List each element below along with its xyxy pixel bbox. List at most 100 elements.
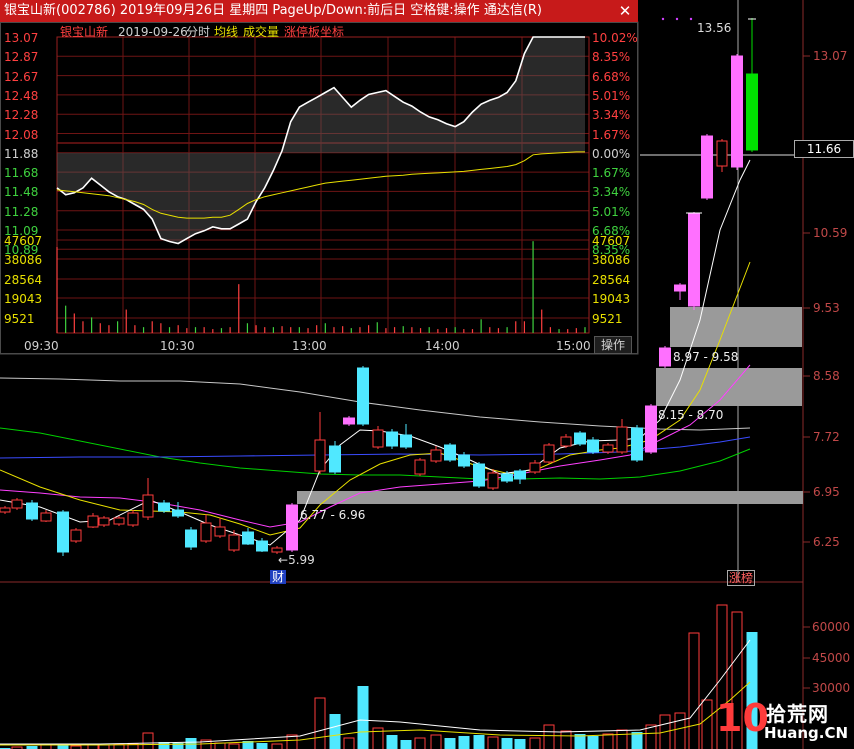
volume-bar-up (271, 743, 283, 749)
candle-body-limitup (688, 213, 700, 307)
operate-button[interactable]: 操作 (594, 336, 632, 354)
popup-volume-tick-right: 9521 (592, 312, 623, 326)
candle-body-limitup (659, 347, 671, 367)
candle-body-up (314, 439, 326, 472)
popup-volume-tick-right: 38086 (592, 253, 631, 267)
volume-bar-down (400, 740, 412, 749)
gap-box-1 (297, 491, 803, 504)
popup-price-tick: 12.67 (4, 69, 39, 84)
dot-marker (689, 17, 693, 21)
popup-stock-name: 银宝山新 (60, 25, 109, 39)
intraday-popup (0, 22, 638, 354)
candle-body-up (602, 444, 614, 453)
candle-body-up (414, 459, 426, 475)
candle-body-up (200, 522, 212, 542)
candle-body-limitup (286, 504, 298, 551)
popup-volume-tick: 38086 (4, 253, 43, 267)
close-icon[interactable]: ✕ (616, 0, 634, 22)
volume-tick: 45000 (812, 651, 851, 665)
volume-bar-up (142, 732, 154, 749)
popup-price-tick: 13.07 (4, 31, 39, 45)
main-price-tick: 9.53 (813, 301, 840, 315)
candle-body-up (113, 517, 125, 525)
popup-price-tick: 12.28 (4, 108, 39, 123)
gap-box-3 (670, 307, 802, 347)
gap-box-2 (656, 368, 802, 406)
popup-volume-tick: 28564 (4, 273, 43, 287)
candle-body-down (158, 502, 170, 512)
volume-bar-up (228, 743, 240, 749)
popup-price-tick: 12.48 (4, 88, 39, 103)
candle-body-up (560, 436, 572, 447)
popup-volume-tick-right: 28564 (592, 273, 631, 287)
candle-body-down (172, 509, 184, 517)
candle-body-limitdown (746, 73, 758, 151)
candle-body-down (631, 427, 643, 461)
volume-bar-up (688, 632, 700, 749)
volume-bar-down (256, 743, 268, 749)
volume-tick: 30000 (812, 681, 851, 695)
popup-percent-tick: 3.34% (592, 108, 631, 123)
candle-body-down (242, 531, 254, 545)
candle-body-up (372, 429, 384, 448)
watermark-en: Huang.CN (764, 724, 849, 742)
popup-percent-tick: 8.35% (592, 50, 631, 65)
candle-body-up (487, 472, 499, 489)
candle-body-up (228, 534, 240, 551)
gap-label-3: 8.97 - 9.58 (673, 350, 739, 364)
candle-body-down (400, 434, 412, 448)
volume-bar-down (458, 736, 470, 749)
volume-bar-up (487, 736, 499, 749)
popup-price-tick: 11.88 (4, 146, 39, 161)
volume-bar-down (386, 735, 398, 749)
volume-bar-down (514, 739, 526, 749)
popup-price-tick: 11.28 (4, 204, 39, 219)
popup-time-tick: 10:30 (160, 339, 195, 353)
popup-percent-tick: 1.67% (592, 127, 631, 142)
dot-marker (661, 17, 665, 21)
volume-bar-down (473, 735, 485, 749)
volume-bar-down (501, 738, 513, 749)
candle-body-up (529, 462, 541, 473)
candle-body-down (473, 463, 485, 487)
candle-body-up (142, 494, 154, 518)
popup-volume-tick-right: 19043 (592, 292, 631, 306)
popup-time-tick: 09:30 (24, 339, 59, 353)
financial-report-badge[interactable]: 财 (270, 570, 287, 584)
volume-bar-down (357, 686, 369, 749)
volume-bar-up (602, 733, 614, 749)
candle-body-down (574, 432, 586, 445)
candle-body-up (543, 444, 555, 463)
volume-bar-up (529, 737, 541, 749)
watermark-logo: 10 拾荒网 Huang.CN (716, 696, 854, 749)
limit-up-badge[interactable]: 涨榜 (727, 570, 756, 586)
popup-percent-tick: 5.01% (592, 204, 631, 219)
popup-percent-tick: 5.01% (592, 88, 631, 103)
popup-title-bar[interactable]: 银宝山新(002786) 2019年09月26日 星期四 PageUp/Down… (0, 0, 638, 22)
popup-volume-tick: 19043 (4, 292, 43, 306)
volume-bar-up (214, 742, 226, 749)
volume-bar-up (430, 734, 442, 749)
candle-body-up (716, 140, 728, 167)
candle-body-up (70, 529, 82, 542)
volume-bar-up (40, 744, 52, 749)
popup-percent-tick: 3.34% (592, 185, 631, 200)
candle-body-down (26, 502, 38, 520)
candle-body-down (587, 439, 599, 453)
ma250-line (0, 377, 751, 431)
candle-body-up (127, 512, 139, 526)
volume-bar-up (414, 737, 426, 749)
popup-avg-label: 均线 (214, 25, 239, 39)
popup-percent-tick: 6.68% (592, 69, 631, 84)
candle-body-limitup (674, 284, 686, 292)
popup-mode: 分时 (186, 25, 211, 39)
watermark-number: 10 (716, 696, 769, 740)
candle-body-up (0, 507, 11, 513)
volume-bar-down (329, 714, 341, 749)
candle-body-up (11, 499, 23, 509)
low-price-label: ←5.99 (278, 553, 315, 567)
candle-body-up (430, 449, 442, 462)
popup-volume-tick-right: 47607 (592, 234, 631, 248)
gap-label-1: 6.77 - 6.96 (300, 508, 366, 522)
candle-body-down (357, 367, 369, 425)
